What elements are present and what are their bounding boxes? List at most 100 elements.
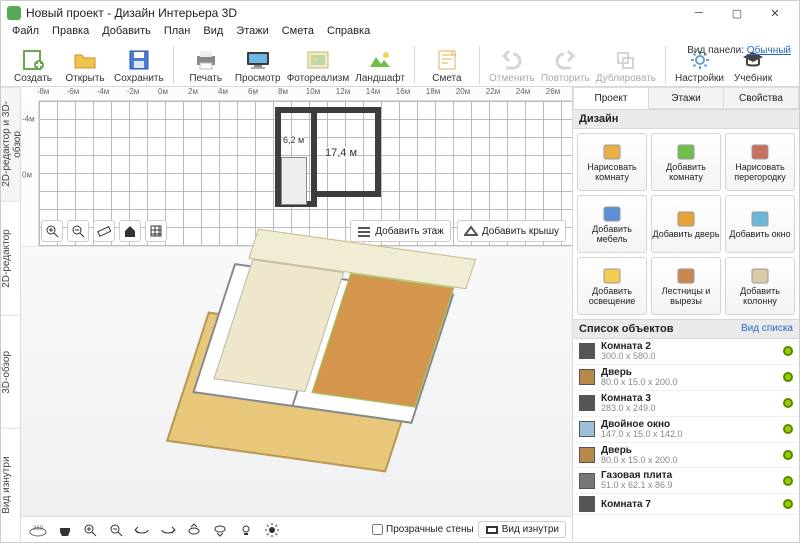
visibility-toggle-icon[interactable] [783, 499, 793, 509]
object-name: Дверь [601, 445, 777, 456]
menu-estimate[interactable]: Смета [277, 25, 319, 43]
home-icon[interactable] [119, 220, 141, 242]
room1-area-label: 6,2 м [283, 135, 304, 145]
vtab-inside[interactable]: Вид изнутри [1, 428, 20, 542]
preview-button[interactable]: Просмотр [232, 46, 284, 84]
zoom-out-icon[interactable] [67, 220, 89, 242]
vtab-3d[interactable]: 3D-обзор [1, 315, 20, 429]
visibility-toggle-icon[interactable] [783, 372, 793, 382]
toolbar-3d: 360 Прозрачные стены Вид изнутри [21, 516, 572, 542]
save-button[interactable]: Сохранить [111, 46, 167, 84]
pan-icon[interactable] [53, 519, 75, 541]
design-card-1[interactable]: Добавить комнату [651, 133, 721, 191]
app-logo-icon [7, 6, 21, 20]
menu-floors[interactable]: Этажи [231, 25, 273, 43]
tilt-down-icon[interactable] [209, 519, 231, 541]
object-item[interactable]: Комната 7 [573, 494, 799, 515]
menu-help[interactable]: Справка [322, 25, 375, 43]
menu-plan[interactable]: План [159, 25, 196, 43]
estimate-button[interactable]: Смета [421, 46, 473, 84]
object-thumb-icon [579, 343, 595, 359]
grid-toggle-icon[interactable] [145, 220, 167, 242]
add-floor-button[interactable]: Добавить этаж [350, 220, 451, 242]
zoom-out-3d-icon[interactable] [105, 519, 127, 541]
transparent-walls-checkbox[interactable]: Прозрачные стены [372, 524, 474, 535]
card-icon [601, 142, 623, 162]
duplicate-button[interactable]: Дублировать [593, 46, 659, 84]
vtab-combo[interactable]: 2D-редактор и 3D-обзор [1, 87, 20, 201]
panel-mode-selector[interactable]: Вид панели: Обычный [687, 45, 791, 56]
design-card-0[interactable]: Нарисовать комнату [577, 133, 647, 191]
view-inside-button[interactable]: Вид изнутри [478, 521, 566, 538]
rotate360-icon[interactable]: 360 [27, 519, 49, 541]
card-icon [675, 266, 697, 286]
photorealism-button[interactable]: Фотореализм [284, 46, 353, 84]
zoom-in-icon[interactable] [41, 220, 63, 242]
design-card-4[interactable]: Добавить дверь [651, 195, 721, 253]
visibility-toggle-icon[interactable] [783, 398, 793, 408]
minimize-button[interactable]: ─ [681, 3, 717, 23]
light-icon[interactable] [235, 519, 257, 541]
landscape-button[interactable]: Ландшафт [352, 46, 408, 84]
sun-icon[interactable] [261, 519, 283, 541]
design-card-7[interactable]: Лестницы и вырезы [651, 257, 721, 315]
measure-icon[interactable] [93, 220, 115, 242]
add-roof-button[interactable]: Добавить крышу [457, 220, 566, 242]
menu-file[interactable]: Файл [7, 25, 44, 43]
ruler-h-tick: 26м [546, 87, 560, 96]
card-icon [675, 209, 697, 229]
print-button[interactable]: Печать [180, 46, 232, 84]
design-card-2[interactable]: Нарисовать перегородку [725, 133, 795, 191]
undo-button[interactable]: Отменить [486, 46, 538, 84]
view-tabs: 2D-редактор и 3D-обзор 2D-редактор 3D-об… [1, 87, 21, 542]
card-label: Добавить окно [729, 230, 790, 239]
open-button[interactable]: Открыть [59, 46, 111, 84]
maximize-button[interactable]: ▢ [719, 3, 755, 23]
menu-view[interactable]: Вид [198, 25, 228, 43]
card-label: Нарисовать комнату [578, 163, 646, 182]
visibility-toggle-icon[interactable] [783, 424, 793, 434]
object-item[interactable]: Комната 2300.0 x 580.0 [573, 339, 799, 365]
visibility-toggle-icon[interactable] [783, 476, 793, 486]
orbit-left-icon[interactable] [131, 519, 153, 541]
view-3d[interactable] [21, 247, 572, 516]
create-button[interactable]: Создать [7, 46, 59, 84]
menu-edit[interactable]: Правка [47, 25, 94, 43]
rtab-floors[interactable]: Этажи [649, 87, 724, 109]
design-card-6[interactable]: Добавить освещение [577, 257, 647, 315]
object-thumb-icon [579, 496, 595, 512]
card-icon [749, 266, 771, 286]
object-item[interactable]: Газовая плита51.0 x 62.1 x 86.9 [573, 468, 799, 494]
objects-header: Список объектов Вид списка [573, 319, 799, 339]
zoom-in-3d-icon[interactable] [79, 519, 101, 541]
orbit-right-icon[interactable] [157, 519, 179, 541]
object-item[interactable]: Дверь80.0 x 15.0 x 200.0 [573, 443, 799, 469]
3d-model[interactable] [167, 287, 427, 477]
redo-button[interactable]: Повторить [538, 46, 593, 84]
panel-mode-value[interactable]: Обычный [747, 45, 791, 56]
rtab-project[interactable]: Проект [573, 87, 649, 109]
ruler-h-tick: 6м [248, 87, 258, 96]
rtab-props[interactable]: Свойства [724, 87, 799, 109]
visibility-toggle-icon[interactable] [783, 346, 793, 356]
floor-plan[interactable]: 6,2 м 17,4 м [275, 107, 375, 209]
object-item[interactable]: Дверь80.0 x 15.0 x 200.0 [573, 365, 799, 391]
tilt-up-icon[interactable] [183, 519, 205, 541]
close-button[interactable]: ✕ [757, 3, 793, 23]
visibility-toggle-icon[interactable] [783, 450, 793, 460]
object-item[interactable]: Двойное окно147.0 x 15.0 x 142.0 [573, 417, 799, 443]
object-item[interactable]: Комната 3283.0 x 249.0 [573, 391, 799, 417]
furniture-block[interactable] [281, 157, 307, 205]
design-card-8[interactable]: Добавить колонну [725, 257, 795, 315]
card-icon [749, 209, 771, 229]
ruler-h-tick: 0м [158, 87, 168, 96]
vtab-2d[interactable]: 2D-редактор [1, 201, 20, 315]
list-view-link[interactable]: Вид списка [741, 323, 793, 334]
object-dims: 283.0 x 249.0 [601, 404, 777, 414]
view-2d[interactable]: -8м-6м-4м-2м0м2м4м6м8м10м12м14м16м18м20м… [21, 87, 572, 247]
object-list[interactable]: Комната 2300.0 x 580.0Дверь80.0 x 15.0 x… [573, 339, 799, 542]
design-card-3[interactable]: Добавить мебель [577, 195, 647, 253]
ruler-h-tick: -4м [97, 87, 110, 96]
design-card-5[interactable]: Добавить окно [725, 195, 795, 253]
menu-add[interactable]: Добавить [97, 25, 156, 43]
